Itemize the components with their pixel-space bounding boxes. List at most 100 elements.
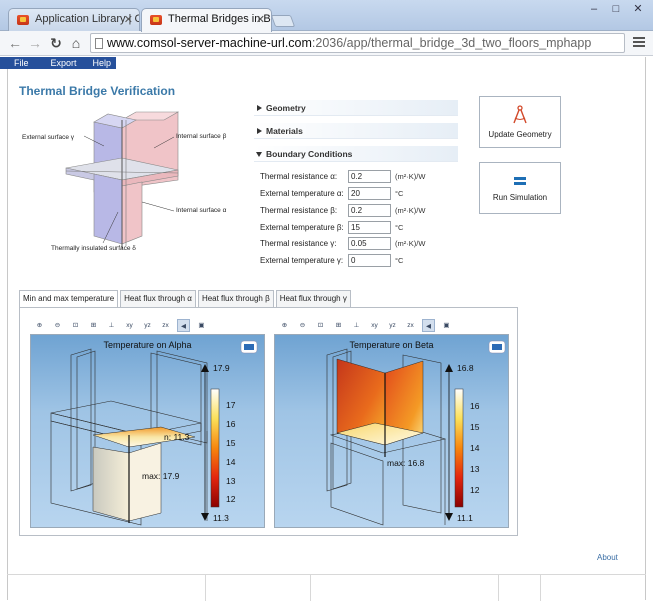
param-unit: (m²·K)/W (395, 205, 426, 215)
max-marker-label: 17.9 (213, 363, 230, 373)
param-label: External temperature β: (260, 222, 344, 232)
menu-export[interactable]: Export (37, 57, 85, 69)
view-zx-icon[interactable]: zx (404, 319, 417, 332)
thermal-resistance-gamma-input[interactable]: 0.05 (348, 236, 391, 250)
colorbar-tick: 12 (226, 494, 236, 504)
equals-icon (514, 177, 526, 185)
browser-tab-application-library[interactable]: Application Library | COM ✕ (8, 8, 140, 31)
comsol-favicon-icon (17, 15, 29, 25)
tab-min-max-temperature[interactable]: Min and max temperature (19, 290, 119, 308)
app-menubar: File Export Help (0, 57, 116, 69)
param-label: External temperature γ: (260, 255, 344, 265)
browser-menu-icon[interactable] (633, 35, 645, 49)
close-tab-icon[interactable]: ✕ (124, 13, 133, 26)
zoom-in-icon[interactable]: ⊕ (278, 319, 291, 332)
graphics-window-beta[interactable]: Temperature on Beta 16.8 11.1 max: 16.8 … (274, 334, 509, 528)
browser-tab-thermal-bridges[interactable]: Thermal Bridges in Buildin ✕ (141, 8, 272, 32)
param-thermal-resistance-beta: Thermal resistance β: 0.2 (m²·K)/W (260, 203, 425, 217)
colorbar-tick: 16 (470, 401, 480, 411)
param-unit: °C (395, 222, 404, 232)
url-host: www.comsol-server-machine-url.com (107, 36, 312, 50)
axes-icon[interactable]: ⊥ (105, 319, 118, 332)
view-xy-icon[interactable]: xy (368, 319, 381, 332)
app-frame-left (7, 57, 8, 600)
zoom-extents-icon[interactable]: ⊞ (332, 319, 345, 332)
label-internal-surface-alpha: Internal surface α (176, 207, 227, 214)
tab-heat-flux-gamma[interactable]: Heat flux through γ (275, 290, 351, 307)
colorbar-tick: 14 (470, 443, 480, 453)
run-simulation-label: Run Simulation (492, 193, 548, 202)
page-title: Thermal Bridge Verification (19, 84, 176, 98)
reload-icon[interactable]: ↻ (47, 34, 65, 52)
status-bar (7, 574, 646, 601)
maximize-icon[interactable]: □ (605, 0, 627, 18)
param-external-temperature-beta: External temperature β: 15 °C (260, 220, 403, 234)
browser-tabstrip: Application Library | COM ✕ Thermal Brid… (0, 0, 653, 32)
menu-file[interactable]: File (0, 57, 37, 69)
axes-icon[interactable]: ⊥ (350, 319, 363, 332)
thermal-resistance-beta-input[interactable]: 0.2 (348, 203, 391, 217)
back-icon[interactable]: ← (6, 34, 24, 52)
view-xy-icon[interactable]: xy (123, 319, 136, 332)
graphics-window-alpha[interactable]: Temperature on Alpha 17.9 11.3 n: 11.3 m… (30, 334, 265, 528)
close-window-icon[interactable]: ✕ (627, 0, 649, 18)
external-temperature-beta-input[interactable]: 15 (348, 220, 391, 234)
image-snapshot-icon[interactable]: ▣ (195, 319, 208, 332)
thermal-resistance-alpha-input[interactable]: 0.2 (348, 169, 391, 183)
comsol-favicon-icon (150, 15, 162, 25)
param-unit: (m²·K)/W (395, 171, 426, 181)
zoom-extents-icon[interactable]: ⊞ (87, 319, 100, 332)
colorbar-tick: 15 (226, 438, 236, 448)
graphics-toolbar-beta: ⊕ ⊖ ⊡ ⊞ ⊥ xy yz zx ◀ ▣ (278, 319, 458, 332)
view-yz-icon[interactable]: yz (386, 319, 399, 332)
plot-title: Temperature on Beta (349, 340, 434, 350)
app-frame-right (645, 57, 646, 600)
zoom-out-icon[interactable]: ⊖ (296, 319, 309, 332)
sound-icon[interactable]: ◀ (177, 319, 190, 332)
colorbar-tick: 14 (226, 457, 236, 467)
address-bar[interactable]: www.comsol-server-machine-url.com:2036/a… (90, 33, 625, 53)
menu-help[interactable]: Help (85, 57, 120, 69)
external-temperature-gamma-input[interactable]: 0 (348, 253, 391, 267)
new-tab-button[interactable] (270, 15, 296, 27)
close-tab-icon[interactable]: ✕ (256, 13, 265, 26)
run-simulation-button[interactable]: Run Simulation (479, 162, 561, 214)
forward-icon[interactable]: → (26, 34, 44, 52)
min-annotation: n: 11.3 (164, 432, 190, 442)
update-geometry-button[interactable]: Update Geometry (479, 96, 561, 148)
max-marker-label: 16.8 (457, 363, 474, 373)
wall-junction-illustration (65, 111, 180, 248)
param-thermal-resistance-gamma: Thermal resistance γ: 0.05 (m²·K)/W (260, 236, 425, 250)
colorbar-tick: 15 (470, 422, 480, 432)
param-external-temperature-alpha: External temperature α: 20 °C (260, 186, 403, 200)
param-label: Thermal resistance β: (260, 205, 338, 215)
colorbar-tick: 13 (470, 464, 480, 474)
label-external-surface-gamma: External surface γ (22, 134, 75, 141)
section-boundary-conditions[interactable]: Boundary Conditions (254, 146, 458, 162)
section-materials[interactable]: Materials (254, 123, 458, 139)
zoom-box-icon[interactable]: ⊡ (314, 319, 327, 332)
tab-heat-flux-beta[interactable]: Heat flux through β (197, 290, 274, 307)
max-annotation: max: 16.8 (387, 458, 425, 468)
home-icon[interactable]: ⌂ (67, 34, 85, 52)
page-icon (95, 38, 103, 49)
zoom-out-icon[interactable]: ⊖ (51, 319, 64, 332)
min-marker-label: 11.1 (457, 513, 473, 523)
view-zx-icon[interactable]: zx (159, 319, 172, 332)
zoom-in-icon[interactable]: ⊕ (33, 319, 46, 332)
sound-icon[interactable]: ◀ (422, 319, 435, 332)
param-unit: (m²·K)/W (395, 238, 426, 248)
about-link[interactable]: About (597, 553, 618, 562)
section-geometry[interactable]: Geometry (254, 100, 458, 116)
image-snapshot-icon[interactable]: ▣ (440, 319, 453, 332)
colorbar-tick: 13 (226, 476, 236, 486)
tab-heat-flux-alpha[interactable]: Heat flux through α (120, 290, 196, 307)
min-marker-label: 11.3 (213, 513, 229, 523)
external-temperature-alpha-input[interactable]: 20 (348, 186, 391, 200)
geometry-diagram: External surface γ Internal surface β In… (18, 108, 250, 256)
update-geometry-label: Update Geometry (488, 130, 552, 139)
view-yz-icon[interactable]: yz (141, 319, 154, 332)
compass-icon (513, 105, 527, 124)
zoom-box-icon[interactable]: ⊡ (69, 319, 82, 332)
minimize-icon[interactable]: – (583, 0, 605, 18)
